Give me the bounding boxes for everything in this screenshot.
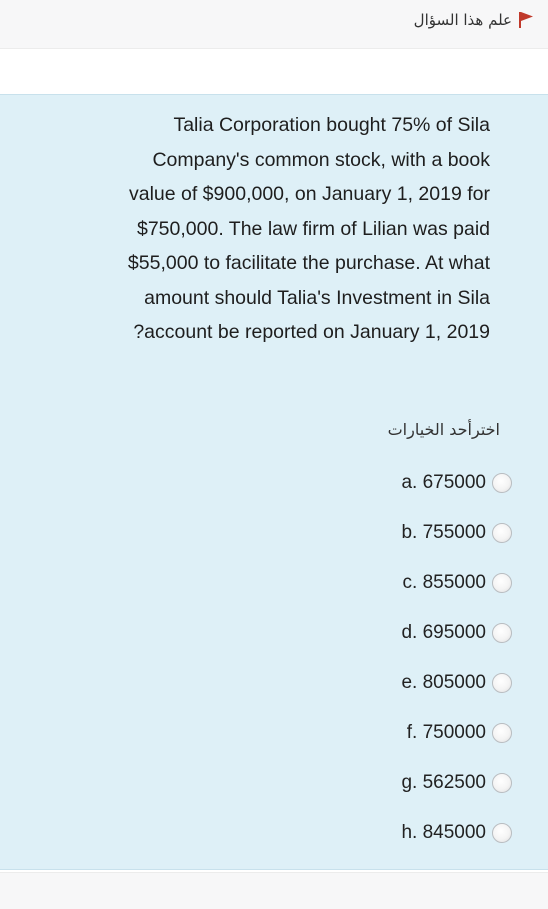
bottom-bar — [0, 872, 548, 909]
option-label[interactable]: g. 562500 — [401, 772, 486, 794]
answer-option-a[interactable]: a. 675000 — [236, 458, 512, 508]
radio-button[interactable] — [492, 823, 512, 843]
flag-bar: علم هذا السؤال — [0, 0, 548, 49]
question-line: ?account be reported on January 1, 2019 — [133, 321, 490, 343]
radio-button[interactable] — [492, 573, 512, 593]
radio-button[interactable] — [492, 623, 512, 643]
option-label[interactable]: f. 750000 — [407, 722, 486, 744]
answer-option-b[interactable]: b. 755000 — [236, 508, 512, 558]
question-line: Company's common stock, with a book — [152, 148, 490, 171]
option-label[interactable]: a. 675000 — [401, 472, 486, 494]
answer-options: a. 675000 b. 755000 c. 855000 d. 695000 … — [236, 458, 512, 858]
choose-one-prompt: اخترأحد الخيارات — [387, 420, 500, 439]
question-line: $750,000. The law firm of Lilian was pai… — [136, 217, 490, 240]
question-line: Talia Corporation bought 75% of Sila — [173, 114, 490, 136]
radio-button[interactable] — [492, 723, 512, 743]
flag-question-label[interactable]: علم هذا السؤال — [414, 11, 512, 29]
radio-button[interactable] — [492, 523, 512, 543]
answer-option-f[interactable]: f. 750000 — [236, 708, 512, 758]
option-label[interactable]: c. 855000 — [403, 572, 486, 594]
option-label[interactable]: h. 845000 — [401, 822, 486, 844]
option-label[interactable]: d. 695000 — [401, 622, 486, 644]
answer-option-h[interactable]: h. 845000 — [236, 808, 512, 858]
answer-option-c[interactable]: c. 855000 — [236, 558, 512, 608]
option-label[interactable]: e. 805000 — [401, 672, 486, 694]
radio-button[interactable] — [492, 673, 512, 693]
question-line: $55,000 to facilitate the purchase. At w… — [127, 252, 490, 274]
answer-option-g[interactable]: g. 562500 — [236, 758, 512, 808]
question-line: value of $900,000, on January 1, 2019 fo… — [128, 183, 490, 205]
answer-option-d[interactable]: d. 695000 — [236, 608, 512, 658]
radio-button[interactable] — [492, 773, 512, 793]
flag-icon[interactable] — [518, 11, 534, 29]
answer-option-e[interactable]: e. 805000 — [236, 658, 512, 708]
flag-question-link[interactable]: علم هذا السؤال — [414, 11, 534, 29]
radio-button[interactable] — [492, 473, 512, 493]
question-text: Talia Corporation bought 75% of Sila Com… — [20, 108, 490, 350]
question-line: amount should Talia's Investment in Sila — [144, 286, 490, 309]
option-label[interactable]: b. 755000 — [401, 522, 486, 544]
